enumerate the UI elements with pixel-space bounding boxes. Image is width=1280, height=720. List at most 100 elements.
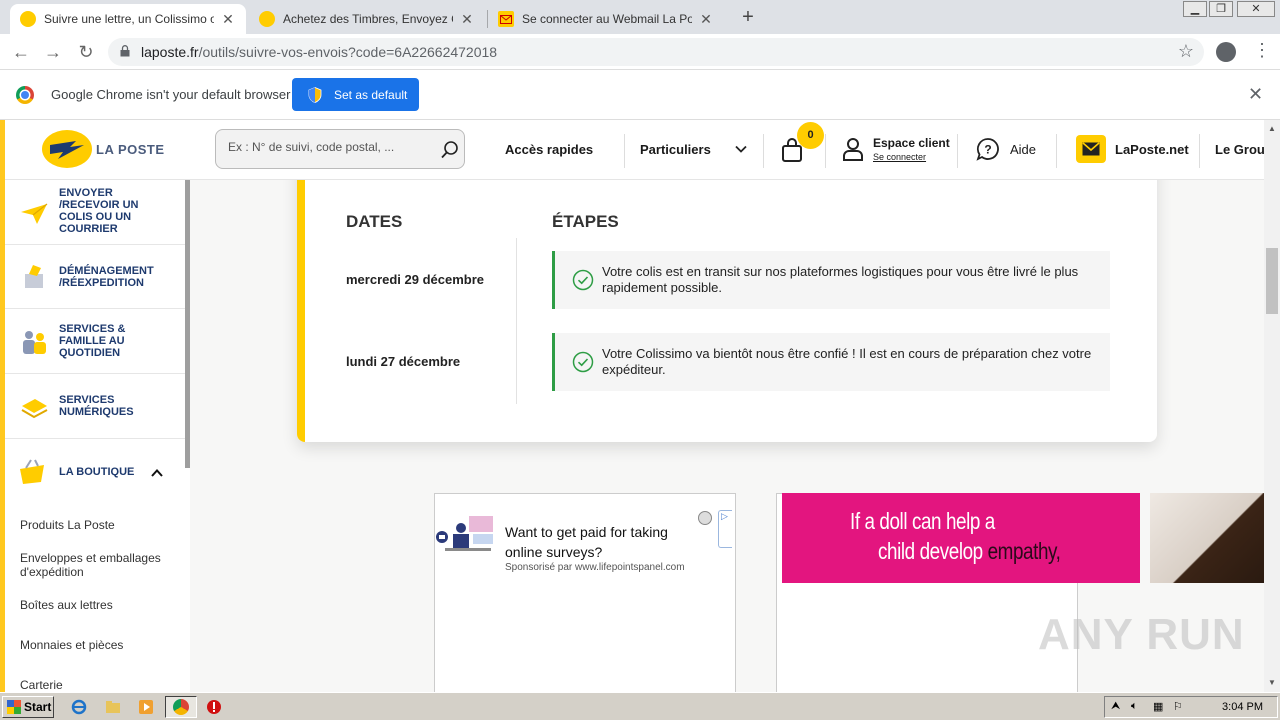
close-icon[interactable]: ✕: [459, 11, 475, 28]
svg-text:?: ?: [984, 143, 991, 157]
minimize-button[interactable]: ▁: [1183, 1, 1207, 17]
url-host: laposte.fr: [141, 44, 199, 60]
set-as-default-label: Set as default: [334, 87, 408, 102]
moving-box-icon: [25, 265, 43, 288]
header-separator: [1199, 134, 1200, 168]
mail-icon[interactable]: [1076, 135, 1106, 163]
header-separator: [763, 134, 764, 168]
sidebar-item-demenagement[interactable]: Déménagement /réexpedition: [5, 245, 185, 309]
ad-photo[interactable]: [1150, 493, 1264, 583]
chevron-up-icon[interactable]: [150, 467, 164, 479]
sidebar-subitem[interactable]: Boîtes aux lettres: [20, 598, 180, 612]
ad-thumbnail-icon: [435, 514, 497, 558]
laposte-net-link[interactable]: LaPoste.net: [1115, 142, 1189, 157]
digital-services-icon: [21, 399, 48, 419]
user-icon[interactable]: [842, 137, 864, 161]
start-button[interactable]: Start: [2, 696, 54, 718]
help-bubble-icon[interactable]: ?: [976, 137, 1000, 161]
infobar-close-icon[interactable]: ✕: [1248, 84, 1263, 105]
tray-expand-icon[interactable]: ⮝: [1111, 700, 1120, 713]
header-separator: [624, 134, 625, 168]
lock-icon: [120, 45, 130, 57]
ad-info-icon[interactable]: ▷: [718, 510, 732, 548]
scrollbar-thumb[interactable]: [185, 180, 190, 468]
scroll-down-icon[interactable]: ▼: [1268, 678, 1276, 687]
laposte-logo-icon[interactable]: [42, 130, 92, 168]
close-icon[interactable]: ✕: [698, 11, 714, 28]
system-tray: ⮝ 🔈︎ ▦ ⚐ 3:04 PM: [1104, 696, 1278, 718]
address-bar[interactable]: laposte.fr/outils/suivre-vos-envois?code…: [108, 38, 1204, 66]
browser-menu-icon[interactable]: ⋮: [1253, 40, 1271, 61]
ad-title[interactable]: Want to get paid for taking online surve…: [505, 522, 705, 562]
sidebar-item-numeriques[interactable]: Services numériques: [5, 374, 185, 439]
scroll-up-icon[interactable]: ▲: [1268, 124, 1276, 133]
family-icon: [23, 331, 46, 354]
anyrun-watermark: ANY RUN: [1038, 610, 1245, 659]
espace-client-link[interactable]: Espace client: [873, 136, 950, 150]
sidebar-menu: Envoyer /recevoir un colis ou un courrie…: [5, 180, 185, 692]
event-date: mercredi 29 décembre: [346, 272, 485, 287]
forward-button[interactable]: →: [42, 41, 64, 63]
shopping-basket-icon: [20, 459, 44, 484]
close-icon[interactable]: ✕: [220, 11, 236, 28]
sidebar-item-famille[interactable]: Services & famille au quotidien: [5, 309, 185, 374]
sidebar-subitem[interactable]: Carterie: [20, 678, 180, 692]
shield-icon: [308, 86, 322, 103]
back-button[interactable]: ←: [10, 41, 32, 63]
taskbar-chrome-button[interactable]: [165, 696, 197, 718]
sidebar-subitem[interactable]: Enveloppes et emballages d'expédition: [20, 551, 180, 579]
header-separator: [825, 134, 826, 168]
sidebar-scrollbar[interactable]: [185, 180, 190, 692]
paper-plane-icon: [21, 203, 48, 224]
page-scrollbar[interactable]: ▲ ▼: [1264, 120, 1280, 692]
browser-toolbar: ← → ↻ laposte.fr/outils/suivre-vos-envoi…: [0, 34, 1280, 70]
antivirus-icon[interactable]: [206, 699, 222, 715]
bookmark-star-icon[interactable]: ☆: [1178, 41, 1194, 62]
start-label: Start: [24, 700, 52, 714]
sidebar-subitem[interactable]: Monnaies et pièces: [20, 638, 180, 652]
tab-suivre[interactable]: Suivre une lettre, un Colissimo ou un co…: [10, 4, 246, 34]
volume-icon[interactable]: 🔈︎: [1131, 700, 1138, 713]
maximize-button[interactable]: ❐: [1209, 1, 1233, 17]
new-tab-button[interactable]: +: [737, 6, 759, 28]
sidebar-item-envoyer[interactable]: Envoyer /recevoir un colis ou un courrie…: [5, 180, 185, 245]
step-text: Votre colis est en transit sur nos plate…: [602, 264, 1079, 295]
le-groupe-link[interactable]: Le Groupe: [1215, 142, 1264, 157]
site-search: [215, 129, 465, 169]
cart-count-badge: 0: [797, 122, 824, 149]
set-as-default-button[interactable]: Set as default: [292, 78, 419, 111]
ad-headline-line1: If a doll can help a: [850, 508, 995, 534]
mail-favicon-icon: [498, 11, 514, 27]
acces-rapides-link[interactable]: Accès rapides: [505, 142, 593, 157]
tracking-step: Votre Colissimo va bientôt nous être con…: [552, 333, 1110, 391]
adchoices-icon[interactable]: [698, 511, 712, 525]
window-close-button[interactable]: ✕: [1237, 1, 1275, 17]
chevron-down-icon[interactable]: [734, 142, 748, 156]
sidebar-item-boutique[interactable]: La boutique: [5, 439, 185, 505]
profile-avatar-icon[interactable]: [1216, 42, 1236, 62]
ad-sponsor: Sponsorisé par www.lifepointspanel.com: [505, 562, 685, 573]
tab-timbres[interactable]: Achetez des Timbres, Envoyez Courrier et…: [249, 4, 485, 34]
url-text: laposte.fr/outils/suivre-vos-envois?code…: [141, 44, 497, 60]
network-icon[interactable]: ▦: [1153, 700, 1163, 713]
header-separator: [1056, 134, 1057, 168]
sidebar-subitem[interactable]: Produits La Poste: [20, 518, 180, 532]
logo-text: LA POSTE: [96, 142, 165, 157]
aide-link[interactable]: Aide: [1010, 142, 1036, 157]
ie-icon[interactable]: [71, 699, 87, 715]
media-player-icon[interactable]: [138, 699, 154, 715]
browser-tab-strip: Suivre une lettre, un Colissimo ou un co…: [0, 0, 1280, 34]
se-connecter-link[interactable]: Se connecter: [873, 152, 926, 162]
tab-title: Achetez des Timbres, Envoyez Courrier et…: [283, 12, 453, 26]
reload-button[interactable]: ↻: [75, 41, 97, 63]
particuliers-menu[interactable]: Particuliers: [640, 142, 711, 157]
survey-ad[interactable]: Want to get paid for taking online surve…: [434, 493, 736, 692]
flag-notification-icon[interactable]: ⚐: [1173, 700, 1183, 713]
tracking-step: Votre colis est en transit sur nos plate…: [552, 251, 1110, 309]
sidebar-item-label: Envoyer /recevoir un colis ou un courrie…: [59, 187, 139, 235]
tab-webmail[interactable]: Se connecter au Webmail La Poste - LaPos…: [488, 4, 724, 34]
search-icon[interactable]: [440, 140, 460, 160]
folder-icon[interactable]: [105, 699, 121, 715]
search-input[interactable]: [228, 140, 428, 154]
scrollbar-thumb[interactable]: [1266, 248, 1278, 314]
